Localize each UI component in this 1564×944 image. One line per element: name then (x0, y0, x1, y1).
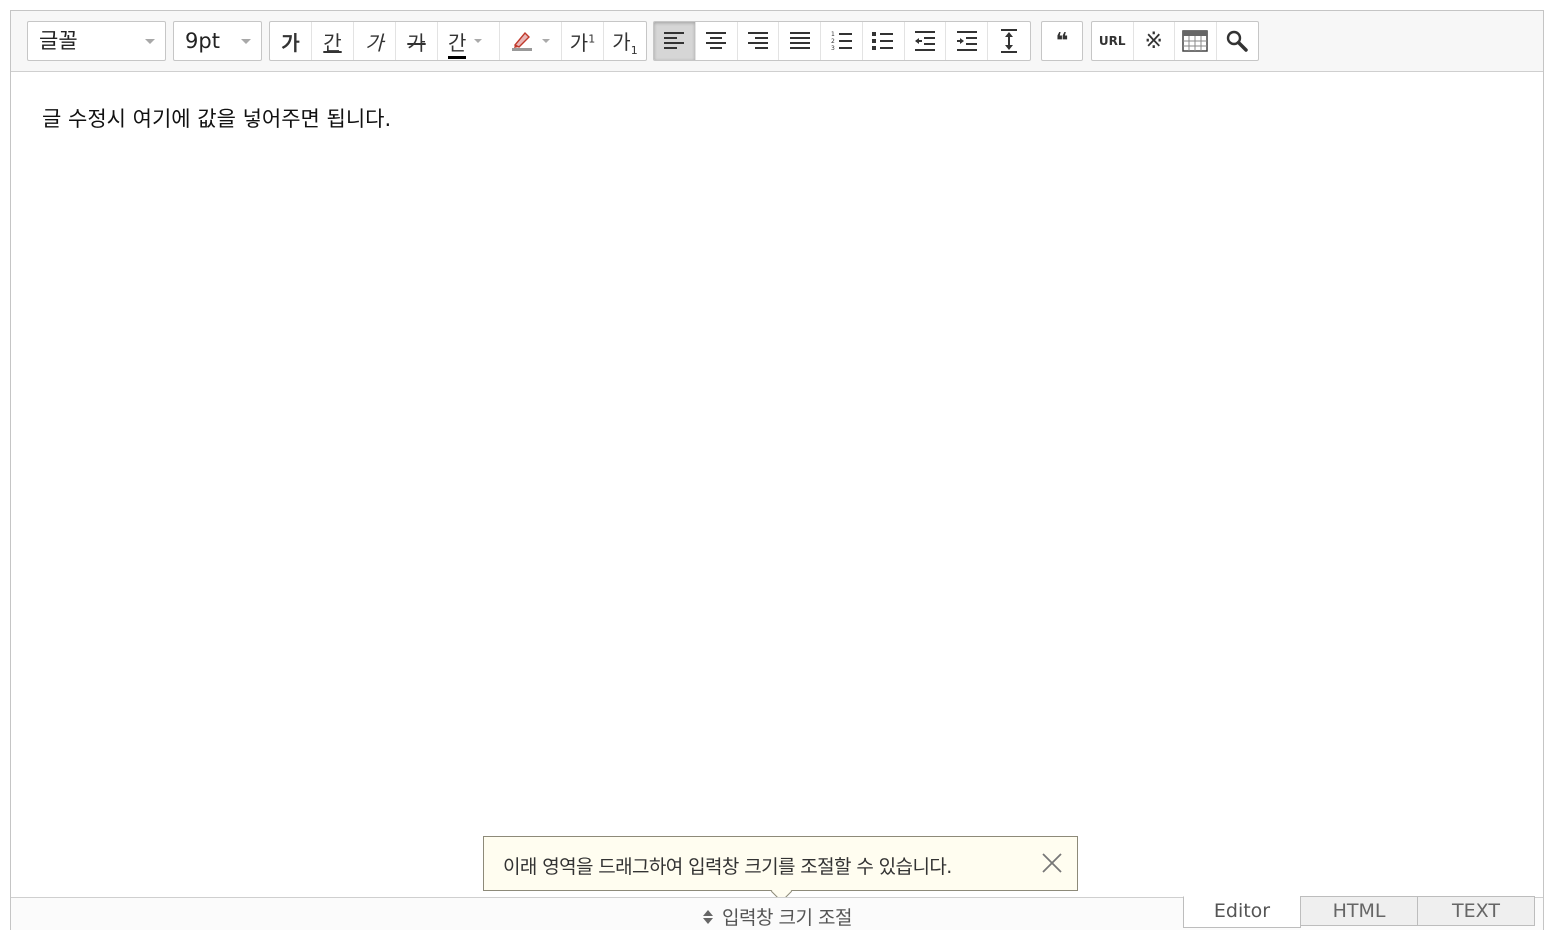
strikethrough-icon: 가 (407, 30, 426, 55)
subscript-button[interactable]: 가1 (604, 22, 646, 60)
align-left-button[interactable] (654, 22, 696, 60)
url-button[interactable]: URL (1092, 22, 1134, 60)
tab-html[interactable]: HTML (1300, 896, 1418, 926)
close-icon[interactable] (1041, 852, 1063, 874)
indent-icon (956, 31, 977, 51)
ordered-list-icon: 123 (831, 31, 852, 52)
special-char-icon: ※ (1144, 28, 1163, 54)
font-family-select[interactable]: 글꼴 (27, 21, 166, 61)
superscript-button[interactable]: 가1 (562, 22, 604, 60)
insert-group: URL ※ (1091, 21, 1259, 61)
align-right-icon (747, 32, 768, 49)
indent-button[interactable] (946, 22, 989, 60)
bold-button[interactable]: 가 (270, 22, 312, 60)
paragraph-format-group: 123 (653, 21, 1031, 61)
chevron-down-icon (145, 39, 155, 44)
svg-text:2: 2 (831, 38, 835, 45)
font-color-icon: 간 (448, 27, 467, 59)
tooltip-message: 이래 영역을 드래그하여 입력창 크기를 조절할 수 있습니다. (503, 856, 952, 878)
chevron-down-icon (542, 39, 550, 43)
line-height-icon (1001, 29, 1018, 53)
resize-tooltip: 이래 영역을 드래그하여 입력창 크기를 조절할 수 있습니다. (483, 836, 1078, 903)
editor-content[interactable]: 글 수정시 여기에 값을 넣어주면 됩니다. (42, 103, 391, 133)
editor-toolbar: 글꼴 9pt 가 간 가 가 간 가1 가1 1 2 3 ❝ URL ※ (11, 11, 1543, 72)
align-left-icon (664, 32, 685, 49)
italic-icon: 가 (365, 30, 384, 55)
table-button[interactable] (1175, 22, 1217, 60)
search-icon (1227, 30, 1248, 52)
resize-updown-icon (703, 909, 713, 924)
search-button[interactable] (1217, 22, 1258, 60)
outdent-icon (915, 31, 936, 51)
align-center-icon (706, 32, 727, 49)
editor-statusbar: 입력창 크기 조절 Editor HTML TEXT (11, 896, 1543, 930)
resize-handle[interactable]: 입력창 크기 조절 (703, 903, 852, 930)
ordered-list-button[interactable]: 123 (821, 22, 863, 60)
bullet-list-icon (872, 32, 894, 50)
table-icon (1182, 30, 1208, 52)
subscript-icon: 가1 (612, 29, 638, 57)
align-right-button[interactable] (738, 22, 780, 60)
chevron-down-icon (474, 39, 483, 43)
quote-group: ❝ (1041, 21, 1083, 61)
underline-icon: 간 (323, 30, 342, 55)
font-color-button[interactable]: 간 (438, 22, 500, 60)
resize-label: 입력창 크기 조절 (722, 907, 852, 929)
font-family-value: 글꼴 (39, 29, 78, 53)
line-height-button[interactable] (988, 22, 1030, 60)
bold-icon: 가 (281, 30, 300, 55)
content-text: 글 수정시 여기에 값을 넣어주면 됩니다. (42, 107, 392, 131)
align-center-button[interactable] (696, 22, 738, 60)
mode-tabs: Editor HTML TEXT (1183, 896, 1535, 928)
font-size-select[interactable]: 9pt (173, 21, 262, 61)
strikethrough-button[interactable]: 가 (396, 22, 438, 60)
italic-button[interactable]: 가 (354, 22, 396, 60)
special-char-button[interactable]: ※ (1134, 22, 1175, 60)
align-justify-icon (789, 32, 810, 49)
bullet-list-button[interactable] (863, 22, 905, 60)
rich-text-editor: 글꼴 9pt 가 간 가 가 간 가1 가1 1 2 3 ❝ URL ※ 글 수… (10, 10, 1544, 930)
outdent-button[interactable] (905, 22, 947, 60)
quote-button[interactable]: ❝ (1042, 22, 1082, 60)
tab-editor[interactable]: Editor (1183, 896, 1301, 928)
quote-icon: ❝ (1055, 28, 1069, 54)
underline-button[interactable]: 간 (312, 22, 354, 60)
align-justify-button[interactable] (779, 22, 822, 60)
font-size-value: 9pt (185, 29, 220, 53)
text-format-group: 가 간 가 가 간 가1 가1 (269, 21, 647, 61)
highlighter-icon (510, 29, 534, 53)
svg-text:1: 1 (831, 31, 835, 38)
svg-text:3: 3 (831, 45, 835, 52)
link-icon: URL (1098, 34, 1126, 48)
tab-text[interactable]: TEXT (1417, 896, 1535, 926)
superscript-icon: 가1 (569, 30, 596, 55)
chevron-down-icon (241, 39, 251, 44)
highlight-color-button[interactable] (500, 22, 562, 60)
